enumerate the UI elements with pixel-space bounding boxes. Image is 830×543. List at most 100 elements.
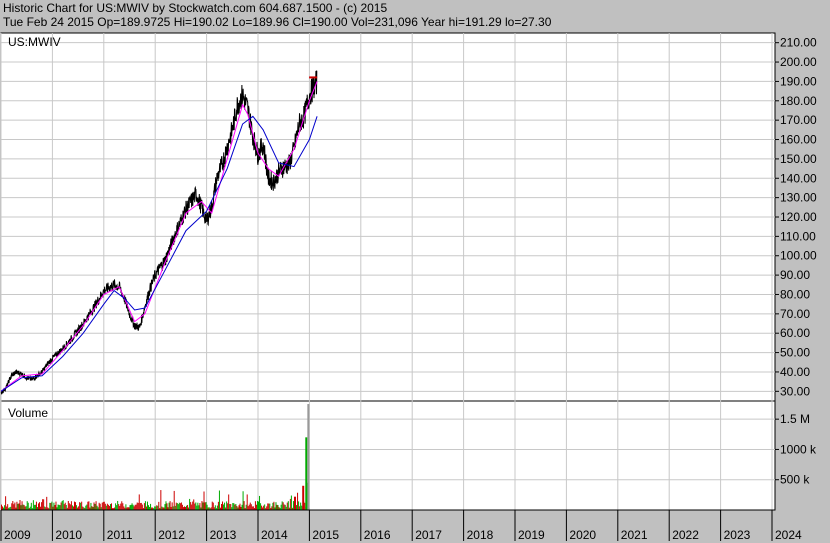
volume-bar bbox=[276, 504, 278, 510]
volume-bar bbox=[172, 506, 174, 510]
volume-bar bbox=[96, 505, 98, 510]
price-tick-label: 160.00 bbox=[780, 133, 817, 147]
volume-bar bbox=[232, 503, 234, 510]
volume-bar bbox=[251, 506, 253, 510]
volume-bar bbox=[51, 501, 53, 510]
volume-bar bbox=[217, 501, 219, 510]
volume-bar bbox=[132, 504, 134, 510]
volume-bar bbox=[99, 503, 101, 510]
volume-bar bbox=[243, 501, 245, 510]
price-tick-label: 30.00 bbox=[780, 384, 810, 398]
volume-bar bbox=[247, 506, 249, 510]
volume-bar bbox=[150, 503, 152, 510]
volume-bar bbox=[59, 505, 61, 510]
price-tick-label: 90.00 bbox=[780, 268, 810, 282]
volume-bar bbox=[283, 504, 285, 510]
volume-bar bbox=[11, 503, 13, 510]
year-label: 2021 bbox=[621, 528, 648, 542]
volume-bar bbox=[148, 505, 150, 510]
volume-bar bbox=[136, 502, 138, 510]
volume-bar bbox=[165, 501, 167, 510]
volume-bar bbox=[125, 504, 127, 510]
volume-bar bbox=[116, 505, 118, 510]
volume-bar bbox=[12, 501, 14, 510]
volume-bar bbox=[61, 500, 63, 510]
price-tick-label: 70.00 bbox=[780, 307, 810, 321]
volume-bar bbox=[133, 506, 135, 510]
volume-bar bbox=[43, 499, 45, 510]
volume-bar bbox=[79, 502, 81, 510]
volume-bar bbox=[106, 503, 108, 510]
volume-label: Volume bbox=[8, 406, 48, 420]
volume-bar bbox=[32, 500, 34, 510]
volume-bar bbox=[216, 505, 218, 510]
volume-bar bbox=[255, 504, 257, 510]
volume-bar bbox=[175, 502, 177, 510]
volume-bar bbox=[69, 504, 71, 510]
volume-bar bbox=[154, 506, 156, 510]
volume-bar bbox=[174, 505, 176, 510]
volume-bar bbox=[161, 506, 163, 510]
volume-bar bbox=[205, 502, 207, 510]
year-label: 2018 bbox=[467, 528, 494, 542]
volume-bar bbox=[234, 504, 236, 510]
volume-bar bbox=[169, 501, 171, 510]
volume-bar bbox=[14, 502, 16, 510]
year-label: 2012 bbox=[158, 528, 185, 542]
volume-bar bbox=[143, 503, 145, 510]
volume-bar bbox=[226, 501, 228, 510]
price-tick-label: 200.00 bbox=[780, 55, 817, 69]
volume-bar bbox=[22, 504, 24, 510]
volume-bar bbox=[290, 495, 292, 510]
volume-bar bbox=[192, 501, 194, 510]
volume-bar bbox=[78, 506, 80, 510]
volume-bar bbox=[144, 501, 146, 510]
volume-bar bbox=[233, 503, 235, 510]
volume-bar bbox=[179, 503, 181, 510]
volume-bar bbox=[178, 502, 180, 510]
volume-bar bbox=[287, 501, 289, 510]
volume-bar bbox=[131, 503, 133, 510]
volume-bar bbox=[201, 501, 203, 510]
year-label: 2022 bbox=[672, 528, 699, 542]
volume-bar bbox=[196, 505, 198, 510]
volume-bar bbox=[301, 505, 303, 510]
volume-bar bbox=[204, 502, 206, 510]
volume-bar bbox=[227, 503, 229, 510]
volume-bar bbox=[239, 503, 241, 510]
volume-bar bbox=[224, 502, 226, 510]
volume-bar bbox=[72, 506, 74, 510]
volume-bar bbox=[94, 503, 96, 510]
volume-bar bbox=[168, 502, 170, 510]
volume-panel bbox=[0, 400, 776, 511]
volume-bar bbox=[54, 504, 56, 510]
price-tick-label: 60.00 bbox=[780, 326, 810, 340]
volume-bar bbox=[272, 502, 274, 510]
volume-bar bbox=[260, 503, 262, 510]
volume-bar bbox=[1, 504, 2, 510]
volume-bar bbox=[135, 504, 137, 510]
volume-bar bbox=[254, 501, 256, 510]
volume-bar bbox=[281, 501, 283, 510]
symbol-label: US:MWIV bbox=[8, 35, 61, 49]
volume-bar bbox=[256, 501, 258, 510]
volume-bar bbox=[29, 506, 31, 510]
volume-bar bbox=[198, 505, 200, 510]
volume-bar bbox=[206, 504, 208, 510]
volume-bar bbox=[24, 506, 26, 510]
volume-bar bbox=[117, 500, 119, 510]
volume-axis: 1.5 M 1000 k 500 k bbox=[775, 412, 817, 487]
volume-bar bbox=[91, 506, 93, 510]
price-tick-label: 140.00 bbox=[780, 171, 817, 185]
volume-bar bbox=[284, 504, 286, 510]
volume-bar bbox=[75, 502, 77, 510]
volume-bar bbox=[269, 503, 271, 510]
volume-bar bbox=[249, 502, 251, 510]
volume-bar bbox=[139, 503, 141, 510]
volume-bar bbox=[194, 503, 196, 510]
volume-bar bbox=[212, 502, 214, 510]
volume-bar bbox=[268, 503, 270, 510]
volume-bar bbox=[18, 503, 20, 510]
volume-bar bbox=[57, 504, 59, 510]
volume-bar bbox=[39, 502, 41, 510]
